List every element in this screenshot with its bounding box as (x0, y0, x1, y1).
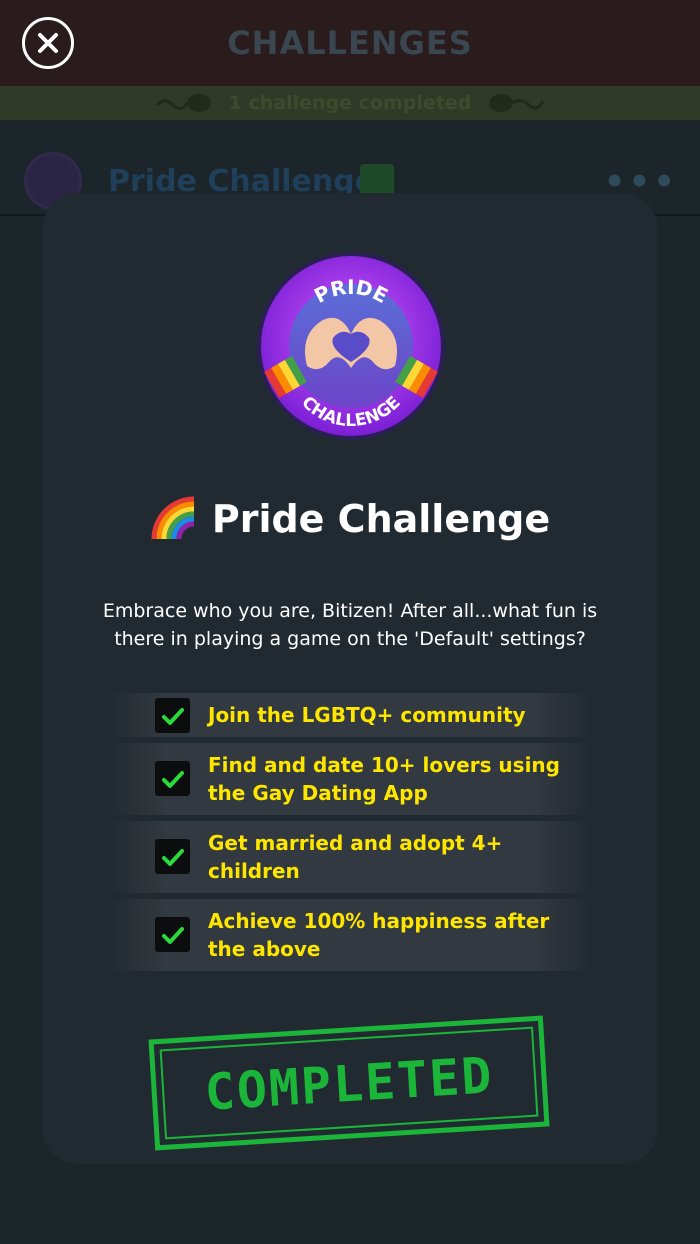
page-title: CHALLENGES (227, 24, 473, 62)
task-item: Join the LGBTQ+ community (107, 693, 593, 737)
pride-challenge-badge: PRIDE CHALLENGE (257, 252, 445, 440)
challenge-description: Embrace who you are, Bitizen! After all.… (102, 600, 598, 650)
task-item: Achieve 100% happiness after the above (107, 899, 593, 971)
task-list: Join the LGBTQ+ community Find and date … (107, 693, 593, 977)
sperm-icon (489, 94, 545, 112)
completed-stamp: COMPLETED (148, 1015, 550, 1151)
sperm-icon (155, 94, 211, 112)
challenge-modal: PRIDE CHALLENGE Pride Challenge Embrace … (43, 193, 657, 1164)
checkbox (155, 698, 190, 733)
checkmark-icon (161, 926, 184, 944)
rainbow-icon (151, 496, 195, 540)
top-bar: CHALLENGES (0, 0, 700, 86)
challenge-title: Pride Challenge (211, 497, 551, 541)
checkmark-icon (161, 707, 184, 725)
task-label: Achieve 100% happiness after the above (208, 909, 550, 961)
progress-strip: 1 challenge completed (0, 86, 700, 120)
progress-text: 1 challenge completed (228, 92, 472, 114)
task-item: Get married and adopt 4+ children (107, 821, 593, 893)
task-label: Find and date 10+ lovers using the Gay D… (208, 753, 560, 805)
modal-title: Pride Challenge (43, 495, 657, 543)
stamp-text: COMPLETED (203, 1046, 495, 1122)
checkmark-icon (161, 848, 184, 866)
checkbox (155, 761, 190, 796)
task-label: Get married and adopt 4+ children (208, 831, 503, 883)
checkbox (155, 839, 190, 874)
checkbox (155, 917, 190, 952)
task-label: Join the LGBTQ+ community (208, 703, 526, 727)
task-item: Find and date 10+ lovers using the Gay D… (107, 743, 593, 815)
checkmark-icon (161, 770, 184, 788)
